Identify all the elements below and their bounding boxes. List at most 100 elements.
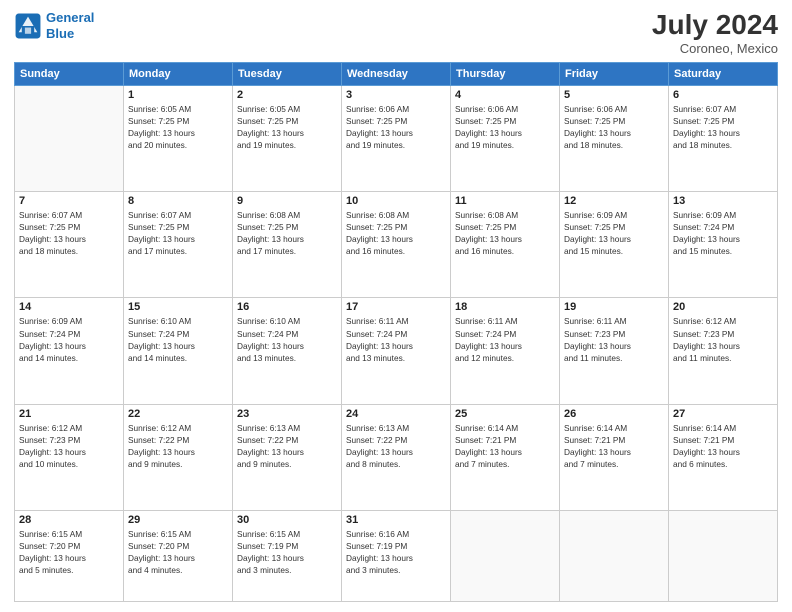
calendar-cell: 11 Sunrise: 6:08 AMSunset: 7:25 PMDayligh… (451, 192, 560, 298)
day-number: 3 (346, 89, 446, 101)
day-number: 21 (19, 408, 119, 420)
location: Coroneo, Mexico (652, 41, 778, 56)
col-thursday: Thursday (451, 62, 560, 85)
calendar-cell: 26 Sunrise: 6:14 AMSunset: 7:21 PMDayligh… (560, 404, 669, 510)
day-number: 20 (673, 301, 773, 313)
day-number: 15 (128, 301, 228, 313)
logo-line1: General (46, 10, 94, 25)
day-number: 9 (237, 195, 337, 207)
calendar-cell: 29 Sunrise: 6:15 AMSunset: 7:20 PMDayligh… (124, 511, 233, 602)
page: General Blue July 2024 Coroneo, Mexico S… (0, 0, 792, 612)
day-number: 13 (673, 195, 773, 207)
calendar-cell: 8Sunrise: 6:07 AMSunset: 7:25 PMDaylight… (124, 192, 233, 298)
day-info: Sunrise: 6:12 AMSunset: 7:22 PMDaylight:… (128, 422, 228, 470)
day-number: 29 (128, 514, 228, 526)
col-saturday: Saturday (669, 62, 778, 85)
day-info: Sunrise: 6:12 AMSunset: 7:23 PMDaylight:… (19, 422, 119, 470)
day-info: Sunrise: 6:05 AMSunset: 7:25 PMDaylight:… (128, 103, 228, 151)
day-info: Sunrise: 6:06 AMSunset: 7:25 PMDaylight:… (455, 103, 555, 151)
day-number: 30 (237, 514, 337, 526)
day-info: Sunrise: 6:11 AMSunset: 7:24 PMDaylight:… (455, 315, 555, 363)
calendar-header-row: Sunday Monday Tuesday Wednesday Thursday… (15, 62, 778, 85)
calendar-cell: 12 Sunrise: 6:09 AMSunset: 7:25 PMDayligh… (560, 192, 669, 298)
calendar-cell: 31 Sunrise: 6:16 AMSunset: 7:19 PMDayligh… (342, 511, 451, 602)
calendar-cell: 17Sunrise: 6:11 AMSunset: 7:24 PMDayligh… (342, 298, 451, 404)
col-friday: Friday (560, 62, 669, 85)
day-info: Sunrise: 6:14 AMSunset: 7:21 PMDaylight:… (455, 422, 555, 470)
day-number: 4 (455, 89, 555, 101)
day-number: 16 (237, 301, 337, 313)
calendar-cell: 18 Sunrise: 6:11 AMSunset: 7:24 PMDayligh… (451, 298, 560, 404)
calendar-cell: 20Sunrise: 6:12 AMSunset: 7:23 PMDayligh… (669, 298, 778, 404)
calendar-cell: 14 Sunrise: 6:09 AMSunset: 7:24 PMDayligh… (15, 298, 124, 404)
calendar-cell (451, 511, 560, 602)
day-info: Sunrise: 6:09 AMSunset: 7:24 PMDaylight:… (673, 209, 773, 257)
day-info: Sunrise: 6:14 AMSunset: 7:21 PMDaylight:… (673, 422, 773, 470)
calendar-cell: 25 Sunrise: 6:14 AMSunset: 7:21 PMDayligh… (451, 404, 560, 510)
day-number: 11 (455, 195, 555, 207)
logo-icon (14, 12, 42, 40)
calendar-cell (560, 511, 669, 602)
day-number: 25 (455, 408, 555, 420)
day-number: 18 (455, 301, 555, 313)
calendar-cell: 1Sunrise: 6:05 AMSunset: 7:25 PMDaylight… (124, 85, 233, 191)
day-number: 17 (346, 301, 446, 313)
day-number: 26 (564, 408, 664, 420)
logo: General Blue (14, 10, 94, 41)
calendar-cell: 3 Sunrise: 6:06 AMSunset: 7:25 PMDaylight… (342, 85, 451, 191)
calendar-cell: 4 Sunrise: 6:06 AMSunset: 7:25 PMDaylight… (451, 85, 560, 191)
day-number: 10 (346, 195, 446, 207)
day-info: Sunrise: 6:05 AMSunset: 7:25 PMDaylight:… (237, 103, 337, 151)
day-number: 2 (237, 89, 337, 101)
calendar-cell: 30Sunrise: 6:15 AMSunset: 7:19 PMDayligh… (233, 511, 342, 602)
col-sunday: Sunday (15, 62, 124, 85)
day-info: Sunrise: 6:07 AMSunset: 7:25 PMDaylight:… (19, 209, 119, 257)
col-tuesday: Tuesday (233, 62, 342, 85)
day-info: Sunrise: 6:09 AMSunset: 7:25 PMDaylight:… (564, 209, 664, 257)
calendar-cell: 28 Sunrise: 6:15 AMSunset: 7:20 PMDayligh… (15, 511, 124, 602)
calendar-cell (15, 85, 124, 191)
calendar-cell (669, 511, 778, 602)
day-info: Sunrise: 6:11 AMSunset: 7:23 PMDaylight:… (564, 315, 664, 363)
day-number: 31 (346, 514, 446, 526)
day-info: Sunrise: 6:10 AMSunset: 7:24 PMDaylight:… (128, 315, 228, 363)
day-number: 14 (19, 301, 119, 313)
day-info: Sunrise: 6:09 AMSunset: 7:24 PMDaylight:… (19, 315, 119, 363)
calendar-cell: 21 Sunrise: 6:12 AMSunset: 7:23 PMDayligh… (15, 404, 124, 510)
day-number: 22 (128, 408, 228, 420)
day-number: 5 (564, 89, 664, 101)
calendar-cell: 2 Sunrise: 6:05 AMSunset: 7:25 PMDaylight… (233, 85, 342, 191)
header: General Blue July 2024 Coroneo, Mexico (14, 10, 778, 56)
day-info: Sunrise: 6:08 AMSunset: 7:25 PMDaylight:… (346, 209, 446, 257)
calendar-cell: 23Sunrise: 6:13 AMSunset: 7:22 PMDayligh… (233, 404, 342, 510)
calendar-cell: 13 Sunrise: 6:09 AMSunset: 7:24 PMDayligh… (669, 192, 778, 298)
day-number: 27 (673, 408, 773, 420)
day-info: Sunrise: 6:08 AMSunset: 7:25 PMDaylight:… (237, 209, 337, 257)
day-info: Sunrise: 6:10 AMSunset: 7:24 PMDaylight:… (237, 315, 337, 363)
day-info: Sunrise: 6:06 AMSunset: 7:25 PMDaylight:… (346, 103, 446, 151)
day-number: 6 (673, 89, 773, 101)
day-info: Sunrise: 6:16 AMSunset: 7:19 PMDaylight:… (346, 528, 446, 576)
calendar-cell: 19 Sunrise: 6:11 AMSunset: 7:23 PMDayligh… (560, 298, 669, 404)
day-number: 24 (346, 408, 446, 420)
calendar-cell: 10 Sunrise: 6:08 AMSunset: 7:25 PMDayligh… (342, 192, 451, 298)
calendar-cell: 22 Sunrise: 6:12 AMSunset: 7:22 PMDayligh… (124, 404, 233, 510)
day-info: Sunrise: 6:15 AMSunset: 7:20 PMDaylight:… (128, 528, 228, 576)
day-number: 28 (19, 514, 119, 526)
day-info: Sunrise: 6:06 AMSunset: 7:25 PMDaylight:… (564, 103, 664, 151)
calendar-cell: 7 Sunrise: 6:07 AMSunset: 7:25 PMDaylight… (15, 192, 124, 298)
day-info: Sunrise: 6:13 AMSunset: 7:22 PMDaylight:… (346, 422, 446, 470)
day-number: 12 (564, 195, 664, 207)
logo-line2: Blue (46, 26, 74, 41)
calendar-cell: 5 Sunrise: 6:06 AMSunset: 7:25 PMDaylight… (560, 85, 669, 191)
day-info: Sunrise: 6:14 AMSunset: 7:21 PMDaylight:… (564, 422, 664, 470)
col-monday: Monday (124, 62, 233, 85)
day-number: 8 (128, 195, 228, 207)
day-info: Sunrise: 6:08 AMSunset: 7:25 PMDaylight:… (455, 209, 555, 257)
day-info: Sunrise: 6:15 AMSunset: 7:20 PMDaylight:… (19, 528, 119, 576)
day-number: 7 (19, 195, 119, 207)
calendar-cell: 27 Sunrise: 6:14 AMSunset: 7:21 PMDayligh… (669, 404, 778, 510)
day-number: 19 (564, 301, 664, 313)
day-number: 23 (237, 408, 337, 420)
calendar-cell: 15 Sunrise: 6:10 AMSunset: 7:24 PMDayligh… (124, 298, 233, 404)
